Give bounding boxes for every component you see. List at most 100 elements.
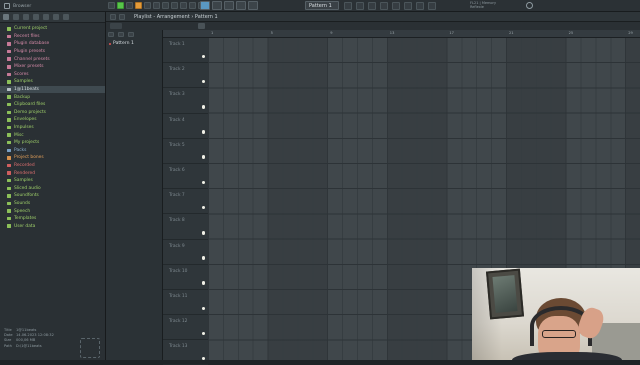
track-mute-led-icon[interactable]: [201, 79, 205, 84]
browser-item[interactable]: Plugin database: [0, 40, 105, 48]
browser-item[interactable]: Speech: [0, 207, 105, 215]
slice-icon[interactable]: [171, 2, 178, 9]
track-header[interactable]: Track 1: [163, 38, 208, 64]
browser-item-label: Channel presets: [14, 56, 50, 62]
channel-rack-icon[interactable]: [368, 2, 376, 10]
mute-icon[interactable]: [153, 2, 160, 9]
track-mute-led-icon[interactable]: [201, 331, 205, 336]
star-icon[interactable]: [53, 14, 59, 20]
browser-item[interactable]: Sliced audio: [0, 184, 105, 192]
online-icon[interactable]: [526, 2, 533, 9]
track-header[interactable]: Track 2: [163, 63, 208, 89]
browser-item[interactable]: Clipboard files: [0, 101, 105, 109]
playlist-menu-icon[interactable]: [110, 13, 116, 20]
browser-item[interactable]: User data: [0, 222, 105, 230]
track-header[interactable]: Track 5: [163, 139, 208, 164]
select-icon[interactable]: [180, 2, 187, 9]
playlist-window-icon[interactable]: [344, 2, 352, 10]
track-header[interactable]: Track 12: [163, 315, 208, 341]
stop-button[interactable]: [224, 1, 234, 10]
track-mute-led-icon[interactable]: [201, 281, 205, 285]
browser-item-label: Sliced audio: [14, 185, 41, 191]
piano-roll-icon[interactable]: [356, 2, 364, 10]
browser-item[interactable]: Sounds: [0, 200, 105, 208]
browser-item[interactable]: Templates: [0, 215, 105, 223]
ruler-tick-label: 1: [211, 31, 214, 35]
menu-icon[interactable]: [63, 14, 69, 20]
search-icon[interactable]: [43, 14, 49, 20]
main-toolbar: Browser Pattern 1 FL21 | Memory Reflexie: [0, 0, 640, 12]
folder-icon: [7, 125, 11, 130]
zoom-icon[interactable]: [189, 2, 196, 9]
track-mute-led-icon[interactable]: [201, 155, 205, 159]
track-mute-led-icon[interactable]: [201, 54, 205, 59]
track-mute-led-icon[interactable]: [201, 105, 205, 109]
audio-icon[interactable]: [416, 2, 424, 10]
magnet-icon[interactable]: [117, 2, 124, 9]
browser-item[interactable]: Backup: [0, 93, 105, 101]
track-header[interactable]: Track 8: [163, 214, 208, 240]
plugin-icon[interactable]: [392, 2, 400, 10]
track-mute-led-icon[interactable]: [201, 205, 205, 210]
arrow-icon[interactable]: [119, 13, 125, 20]
track-mute-led-icon[interactable]: [201, 306, 205, 311]
track-header[interactable]: Track 11: [163, 290, 208, 316]
browser-item[interactable]: My projects: [0, 139, 105, 147]
play-button[interactable]: [212, 1, 222, 10]
picker-item[interactable]: Pattern 1: [106, 40, 162, 47]
browser-item[interactable]: Project bones: [0, 154, 105, 162]
browser-item[interactable]: Samples: [0, 177, 105, 185]
browser-item[interactable]: Soundfonts: [0, 192, 105, 200]
track-header[interactable]: Track 7: [163, 189, 208, 215]
paint-icon[interactable]: [135, 2, 142, 9]
collapse-icon[interactable]: [13, 14, 19, 20]
snap-selector[interactable]: [110, 23, 122, 29]
draw-icon[interactable]: [126, 2, 133, 9]
browser-item[interactable]: Impulses: [0, 124, 105, 132]
link-button[interactable]: [248, 1, 258, 10]
cloud-icon[interactable]: [33, 14, 39, 20]
delete-icon[interactable]: [144, 2, 151, 9]
pattern-selector[interactable]: Pattern 1: [305, 1, 339, 10]
record-button[interactable]: [236, 1, 246, 10]
browser-icon[interactable]: [404, 2, 412, 10]
track-mute-led-icon[interactable]: [201, 130, 205, 134]
browser-item[interactable]: Samples: [0, 78, 105, 86]
browser-item[interactable]: Plugin presets: [0, 48, 105, 56]
picker-plus-icon[interactable]: [118, 31, 124, 37]
track-mute-led-icon[interactable]: [201, 231, 205, 235]
browser-item[interactable]: Mixer presets: [0, 63, 105, 71]
picker-add-icon[interactable]: [108, 31, 114, 37]
track-header[interactable]: Track 6: [163, 164, 208, 190]
slip-icon[interactable]: [162, 2, 169, 9]
browser-title[interactable]: Browser: [4, 2, 31, 10]
hint-icon[interactable]: [108, 2, 115, 9]
browser-item[interactable]: Rendered: [0, 169, 105, 177]
filter-icon[interactable]: [23, 14, 29, 20]
track-mute-led-icon[interactable]: [201, 180, 205, 185]
track-mute-led-icon[interactable]: [201, 256, 205, 260]
back-icon[interactable]: [3, 14, 9, 20]
browser-item[interactable]: Demo projects: [0, 109, 105, 117]
pattern-picker-icon[interactable]: [198, 23, 205, 29]
browser-item[interactable]: Recorded: [0, 162, 105, 170]
browser-item[interactable]: Envelopes: [0, 116, 105, 124]
timeline-ruler[interactable]: 1 5 9 13 17 21 25 29: [208, 30, 640, 38]
track-header[interactable]: Track 10: [163, 265, 208, 290]
browser-item[interactable]: Channel presets: [0, 55, 105, 63]
track-header[interactable]: Track 9: [163, 240, 208, 265]
browser-item[interactable]: 1@11beats: [0, 85, 105, 94]
browser-item[interactable]: Recent files: [0, 33, 105, 41]
track-header[interactable]: Track 3: [163, 88, 208, 114]
picker-edit-icon[interactable]: [128, 31, 134, 37]
track-header[interactable]: Track 13: [163, 340, 208, 365]
pattern-picker: Pattern 1: [106, 30, 163, 360]
mixer-icon[interactable]: [380, 2, 388, 10]
playlist-view-button[interactable]: [200, 1, 210, 10]
browser-item[interactable]: Packs: [0, 147, 105, 155]
help-icon[interactable]: [428, 2, 436, 10]
browser-item[interactable]: Current project: [0, 25, 105, 33]
browser-item[interactable]: Misc: [0, 131, 105, 139]
browser-item[interactable]: Scores: [0, 71, 105, 79]
track-header[interactable]: Track 4: [163, 114, 208, 139]
